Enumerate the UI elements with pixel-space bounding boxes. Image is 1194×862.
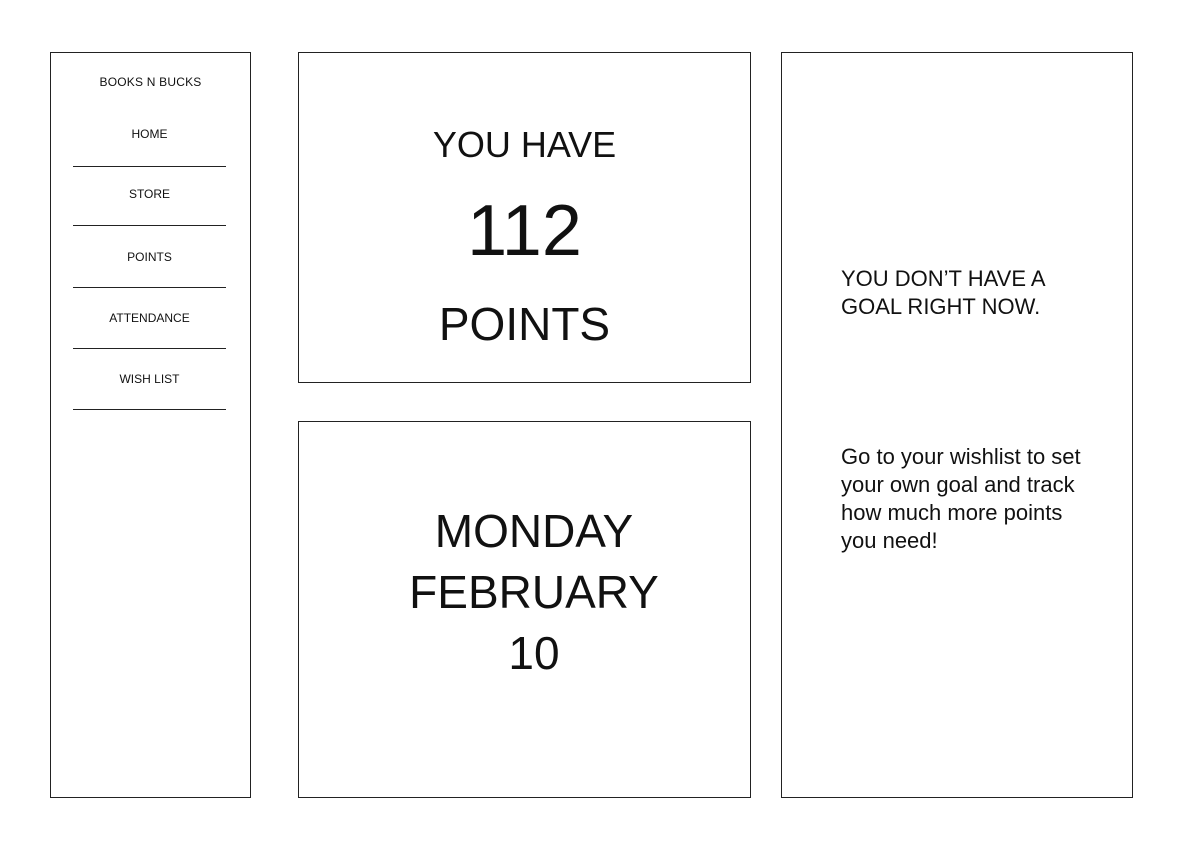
sidebar-item-store[interactable]: STORE <box>73 167 226 226</box>
sidebar-item-points[interactable]: POINTS <box>73 226 226 288</box>
sidebar-item-home[interactable]: HOME <box>73 127 226 167</box>
sidebar-item-label: WISH LIST <box>119 372 180 386</box>
app-brand: BOOKS N BUCKS <box>99 75 202 89</box>
points-prefix: YOU HAVE <box>432 124 617 165</box>
sidebar-item-label: POINTS <box>127 250 172 264</box>
sidebar-item-label: HOME <box>131 127 168 141</box>
goal-status-text: YOU DON’T HAVE A GOAL RIGHT NOW. <box>841 266 1045 319</box>
points-value: 112 <box>467 191 582 271</box>
goal-card: YOU DON’T HAVE A GOAL RIGHT NOW. Go to y… <box>781 52 1133 798</box>
sidebar-item-label: STORE <box>128 187 171 201</box>
date-weekday: MONDAY <box>434 505 634 557</box>
sidebar-item-label: ATTENDANCE <box>109 311 190 325</box>
date-day: 10 <box>508 627 560 679</box>
points-suffix: POINTS <box>438 298 611 350</box>
date-card: MONDAY FEBRUARY 10 <box>298 421 751 798</box>
points-card: YOU HAVE 112 POINTS <box>298 52 751 383</box>
goal-hint-text: Go to your wishlist to set your own goal… <box>841 444 1081 553</box>
sidebar-nav: BOOKS N BUCKS HOME STORE POINTS ATTENDAN… <box>50 52 251 798</box>
sidebar-item-attendance[interactable]: ATTENDANCE <box>73 288 226 349</box>
date-month: FEBRUARY <box>409 566 659 618</box>
sidebar-item-wish-list[interactable]: WISH LIST <box>73 349 226 410</box>
